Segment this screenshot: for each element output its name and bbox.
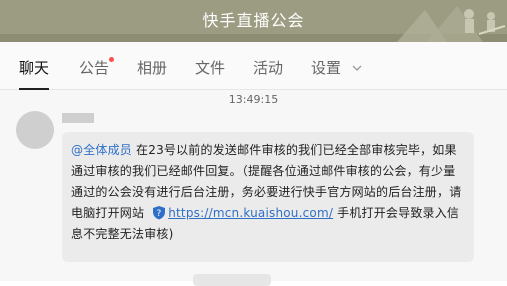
tab-bar: 聊天 公告 相册 文件 活动 设置 — [0, 42, 507, 90]
mention-all-members[interactable]: @全体成员 — [71, 143, 132, 157]
tab-announcement-label: 公告 — [79, 59, 110, 77]
tab-settings-label: 设置 — [311, 59, 342, 77]
sender-name-placeholder — [62, 113, 94, 123]
tab-activity[interactable]: 活动 — [253, 42, 283, 89]
tab-files[interactable]: 文件 — [195, 42, 225, 89]
tab-chat-label: 聊天 — [19, 59, 50, 77]
tab-chat[interactable]: 聊天 — [19, 42, 50, 90]
tab-settings[interactable]: 设置 — [311, 42, 362, 89]
title-bar: 快手直播公会 — [0, 0, 507, 42]
tab-announcement[interactable]: 公告 — [79, 42, 115, 89]
svg-text:?: ? — [157, 209, 162, 219]
page-title: 快手直播公会 — [202, 11, 305, 30]
message-bubble: @全体成员 在23号以前的发送邮件审核的我们已经全部审核完毕，如果通过审核的我们… — [62, 132, 474, 262]
chevron-down-icon — [352, 65, 362, 71]
message-timestamp: 13:49:15 — [228, 93, 279, 106]
notification-dot — [109, 57, 115, 62]
website-link[interactable]: https://mcn.kuaishou.com/ — [168, 206, 333, 220]
avatar[interactable] — [16, 111, 54, 149]
tab-album-label: 相册 — [137, 59, 168, 77]
verified-shield-icon: ? — [153, 206, 166, 220]
next-message-placeholder — [193, 274, 271, 286]
tab-files-label: 文件 — [195, 59, 226, 77]
tab-album[interactable]: 相册 — [137, 42, 167, 89]
chat-area[interactable]: 13:49:15 @全体成员 在23号以前的发送邮件审核的我们已经全部审核完毕，… — [0, 90, 507, 286]
tab-activity-label: 活动 — [253, 59, 284, 77]
